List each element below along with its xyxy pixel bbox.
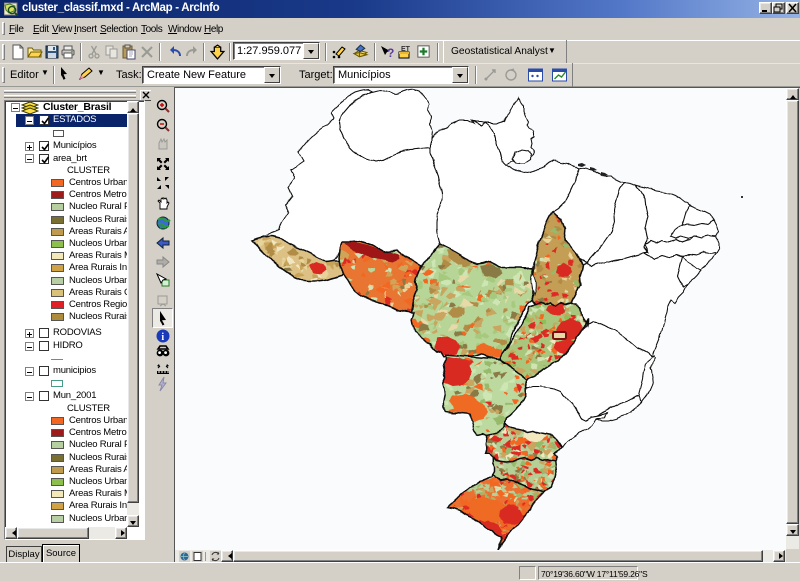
svg-text:ET: ET — [401, 46, 411, 53]
svg-text:i: i — [161, 332, 164, 343]
svg-text:?: ? — [387, 46, 394, 60]
